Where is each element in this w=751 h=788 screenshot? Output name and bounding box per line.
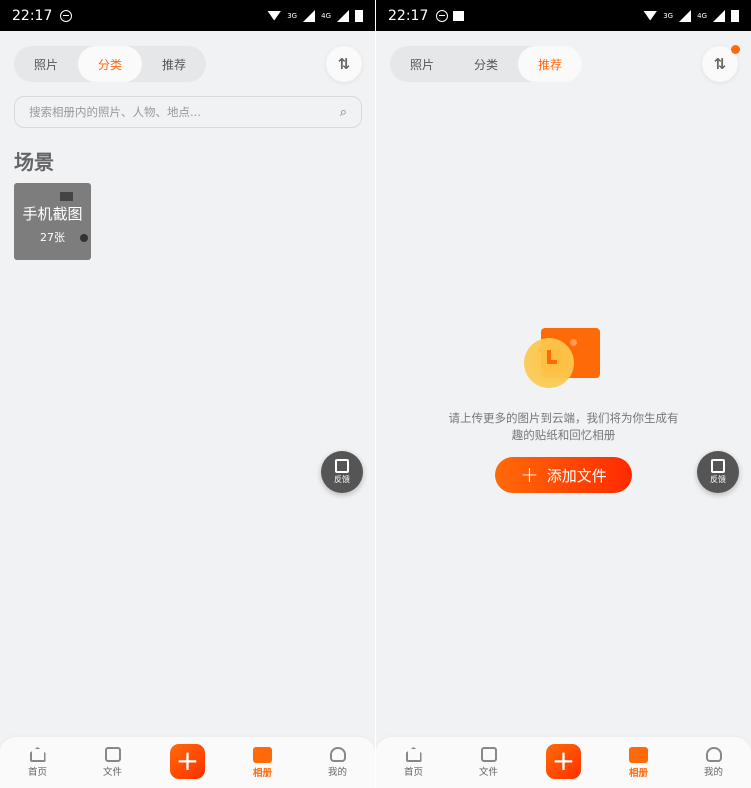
dnd-icon xyxy=(436,9,449,22)
album-icon xyxy=(629,746,648,763)
bottom-nav: 首页 文件 + 相册 我的 xyxy=(0,737,375,788)
nav-label: 相册 xyxy=(252,767,272,779)
empty-message: 请上传更多的图片到云端，我们将为你生成有 趣的贴纸和回忆相册 xyxy=(436,410,691,444)
empty-illustration xyxy=(524,328,604,388)
folder-icon xyxy=(104,747,121,762)
sort-icon: ⇅ xyxy=(713,55,727,73)
tab-categories[interactable]: 分类 xyxy=(454,46,518,82)
signal-icon xyxy=(337,9,349,22)
dnd-icon xyxy=(60,9,73,22)
nav-home[interactable]: 首页 xyxy=(376,737,451,788)
section-title: 场景 xyxy=(14,150,54,174)
nav-label: 文件 xyxy=(102,767,122,778)
search-input[interactable]: 搜索相册内的照片、人物、地点... ⌕ xyxy=(14,96,362,128)
nav-label: 我的 xyxy=(703,767,723,778)
plus-icon: + xyxy=(546,744,581,779)
nav-label: 首页 xyxy=(403,767,423,778)
tab-recommend[interactable]: 推荐 xyxy=(518,46,582,82)
signal-icon xyxy=(303,9,316,22)
plus-icon: + xyxy=(170,744,205,779)
photo-sun xyxy=(570,339,577,346)
view-tabs: 照片 分类 推荐 xyxy=(390,46,582,82)
view-tabs: 照片 分类 推荐 xyxy=(14,46,206,82)
tab-photos[interactable]: 照片 xyxy=(14,46,78,82)
battery-icon xyxy=(355,9,363,22)
home-icon xyxy=(29,747,46,762)
feedback-label: 反馈 xyxy=(334,475,350,484)
network-label: 3G xyxy=(663,11,674,20)
edit-icon xyxy=(335,459,349,473)
nav-add[interactable]: + xyxy=(150,737,225,788)
nav-files[interactable]: 文件 xyxy=(75,737,150,788)
nav-label: 文件 xyxy=(478,767,498,778)
album-icon xyxy=(253,746,272,763)
battery-icon xyxy=(731,9,739,22)
message-line: 请上传更多的图片到云端，我们将为你生成有 xyxy=(448,411,679,425)
clock: 22:17 xyxy=(12,7,53,24)
network-label: 4G xyxy=(697,11,707,20)
message-line: 趣的贴纸和回忆相册 xyxy=(511,428,616,442)
network-label: 3G xyxy=(287,11,298,20)
feedback-button[interactable]: 反馈 xyxy=(321,451,363,493)
user-icon xyxy=(705,747,722,762)
plus-icon: + xyxy=(520,462,539,488)
search-placeholder: 搜索相册内的照片、人物、地点... xyxy=(29,105,201,119)
clock-hand xyxy=(547,350,557,364)
home-icon xyxy=(405,747,422,762)
sort-icon: ⇅ xyxy=(337,55,351,73)
sort-button[interactable]: ⇅ xyxy=(702,45,740,82)
bottom-nav: 首页 文件 + 相册 我的 xyxy=(376,737,751,788)
nav-label: 首页 xyxy=(27,767,47,778)
category-screen: 22:17 3G 4G 照片 分类 推荐 ⇅ 搜索相册内的照片、人物、地点...… xyxy=(0,0,375,788)
badge-icon xyxy=(80,234,88,242)
wifi-icon xyxy=(267,10,282,21)
recommend-screen: 22:17 3G 4G 照片 分类 推荐 ⇅ 请上传更多的图片到云端，我们将为你… xyxy=(376,0,751,788)
signal-icon xyxy=(713,9,725,22)
album-card[interactable]: 手机截图 27张 xyxy=(14,183,91,260)
nav-add[interactable]: + xyxy=(526,737,601,788)
network-label: 4G xyxy=(321,11,331,20)
keyboard-icon xyxy=(60,192,73,201)
feedback-button[interactable]: 反馈 xyxy=(697,451,739,493)
image-notification-icon xyxy=(453,10,465,21)
nav-album[interactable]: 相册 xyxy=(601,737,676,788)
signal-icon xyxy=(679,9,692,22)
search-icon: ⌕ xyxy=(339,104,347,120)
tab-recommend[interactable]: 推荐 xyxy=(142,46,206,82)
add-files-button[interactable]: + 添加文件 xyxy=(495,457,632,493)
nav-files[interactable]: 文件 xyxy=(451,737,526,788)
nav-label: 相册 xyxy=(628,767,648,779)
clock: 22:17 xyxy=(388,7,429,24)
nav-album[interactable]: 相册 xyxy=(225,737,300,788)
status-bar: 22:17 3G 4G xyxy=(376,0,751,31)
album-title: 手机截图 xyxy=(22,205,83,223)
feedback-label: 反馈 xyxy=(710,475,726,484)
notification-dot xyxy=(731,45,740,54)
tab-categories[interactable]: 分类 xyxy=(78,46,142,82)
edit-icon xyxy=(711,459,725,473)
nav-label: 我的 xyxy=(327,767,347,778)
wifi-icon xyxy=(643,10,658,21)
add-files-label: 添加文件 xyxy=(546,466,607,485)
sort-button[interactable]: ⇅ xyxy=(326,46,362,82)
status-bar: 22:17 3G 4G xyxy=(0,0,375,31)
tab-photos[interactable]: 照片 xyxy=(390,46,454,82)
nav-home[interactable]: 首页 xyxy=(0,737,75,788)
folder-icon xyxy=(480,747,497,762)
nav-me[interactable]: 我的 xyxy=(300,737,375,788)
user-icon xyxy=(329,747,346,762)
nav-me[interactable]: 我的 xyxy=(676,737,751,788)
